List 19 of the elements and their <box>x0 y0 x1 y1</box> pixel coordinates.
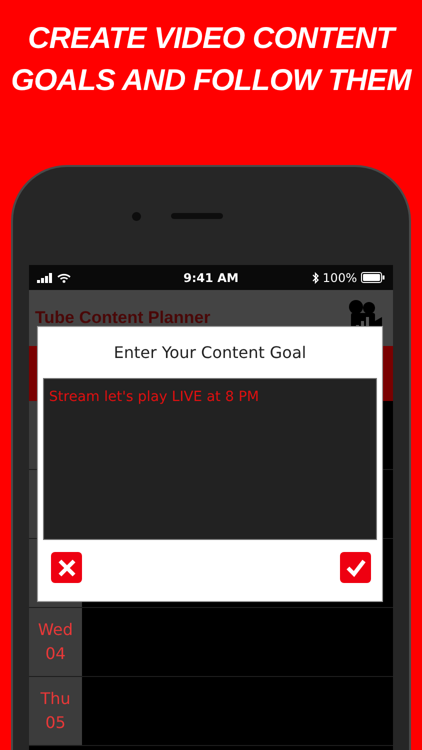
cancel-button[interactable] <box>51 552 82 583</box>
bluetooth-icon <box>312 272 319 284</box>
goal-input-field[interactable]: Stream let's play LIVE at 8 PM <box>43 378 377 540</box>
close-icon <box>56 558 76 578</box>
app-title: Tube Content Planner <box>35 308 210 328</box>
front-camera-icon <box>132 212 140 220</box>
dialog-title: Enter Your Content Goal <box>112 342 308 364</box>
speaker-icon <box>170 213 222 219</box>
confirm-button[interactable] <box>340 552 371 583</box>
day-label: Thu 05 <box>40 688 71 734</box>
battery-percent: 100% <box>322 270 357 284</box>
wifi-icon <box>57 272 71 282</box>
status-time: 9:41 AM <box>183 270 239 284</box>
headline-text: CREATE VIDEO CONTENT <box>28 18 394 60</box>
day-label: Wed 04 <box>38 619 73 665</box>
battery-icon <box>360 272 385 283</box>
signal-icon <box>37 272 53 282</box>
headline-text: GOALS AND FOLLOW THEM <box>10 63 411 99</box>
checkmark-icon <box>346 558 366 576</box>
